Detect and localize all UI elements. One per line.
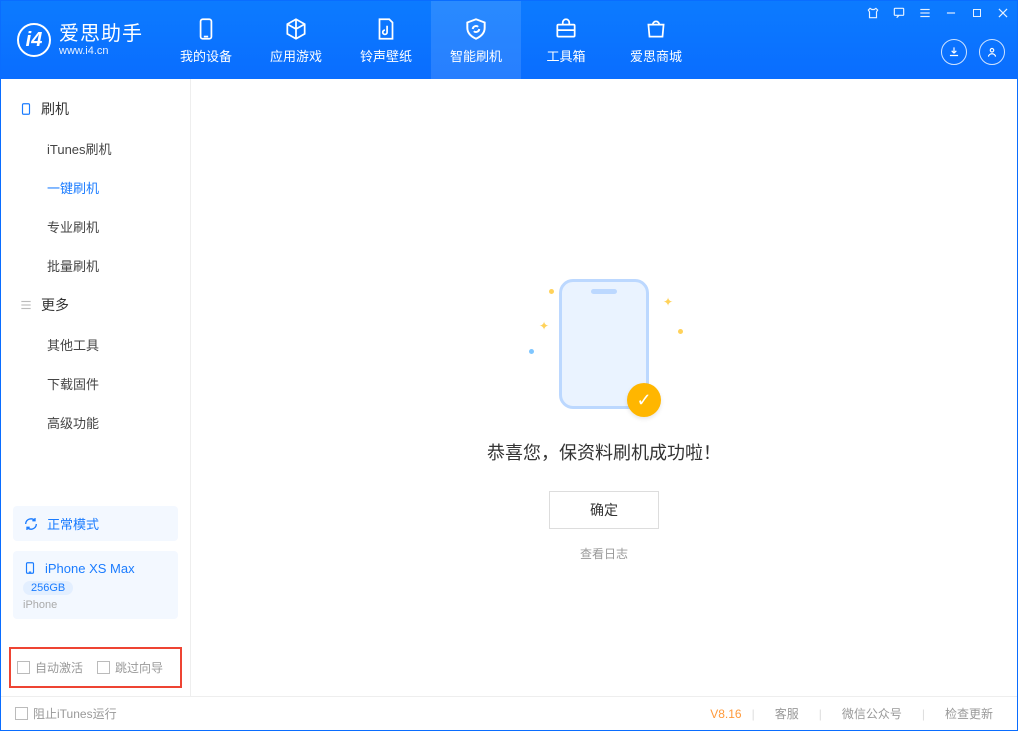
main-content: ✓ ✦ ✦ 恭喜您，保资料刷机成功啦！ 确定 查看日志 <box>191 79 1017 696</box>
device-name: iPhone XS Max <box>45 561 135 576</box>
maximize-icon[interactable] <box>969 5 985 21</box>
main-nav: 我的设备 应用游戏 铃声壁纸 智能刷机 工具箱 爱思商城 <box>161 1 701 79</box>
nav-label: 智能刷机 <box>450 46 502 65</box>
phone-icon <box>23 559 37 577</box>
footer: 阻止iTunes运行 V8.16 | 客服 | 微信公众号 | 检查更新 <box>1 696 1017 730</box>
phone-outline-icon <box>19 100 33 118</box>
nav-label: 工具箱 <box>546 46 585 65</box>
nav-my-device[interactable]: 我的设备 <box>161 1 251 79</box>
minimize-icon[interactable] <box>943 5 959 21</box>
device-type: iPhone <box>23 599 168 611</box>
sparkle-icon: ✦ <box>663 295 673 309</box>
checkbox-icon <box>17 661 30 674</box>
logo-icon: i4 <box>17 23 51 57</box>
user-button[interactable] <box>979 39 1005 65</box>
sidebar-group-flash: 刷机 <box>1 89 190 129</box>
sparkle-icon: ✦ <box>539 319 549 333</box>
window-controls <box>865 5 1011 21</box>
skip-guide-checkbox[interactable]: 跳过向导 <box>97 659 163 676</box>
refresh-shield-icon <box>463 16 489 42</box>
auto-activate-checkbox[interactable]: 自动激活 <box>17 659 83 676</box>
sidebar-group-title: 刷机 <box>41 99 69 119</box>
music-file-icon <box>373 16 399 42</box>
dot-decoration <box>529 349 534 354</box>
mode-card[interactable]: 正常模式 <box>13 506 178 541</box>
body: 刷机 iTunes刷机 一键刷机 专业刷机 批量刷机 更多 其他工具 下载固件 … <box>1 79 1017 696</box>
checkbox-icon <box>97 661 110 674</box>
sidebar-item-oneclick-flash[interactable]: 一键刷机 <box>1 168 190 207</box>
sidebar-group-more: 更多 <box>1 285 190 325</box>
sidebar-item-download-firmware[interactable]: 下载固件 <box>1 364 190 403</box>
app-name: 爱思助手 <box>59 23 143 45</box>
nav-label: 应用游戏 <box>270 46 322 65</box>
titlebar: i4 爱思助手 www.i4.cn 我的设备 应用游戏 铃声壁纸 智能刷机 <box>1 1 1017 79</box>
app-window: i4 爱思助手 www.i4.cn 我的设备 应用游戏 铃声壁纸 智能刷机 <box>0 0 1018 731</box>
sidebar-item-batch-flash[interactable]: 批量刷机 <box>1 246 190 285</box>
sidebar-item-other-tools[interactable]: 其他工具 <box>1 325 190 364</box>
checkbox-label: 自动激活 <box>35 659 83 676</box>
nav-label: 爱思商城 <box>630 46 682 65</box>
checkbox-label: 阻止iTunes运行 <box>33 705 117 722</box>
flash-options-highlight: 自动激活 跳过向导 <box>9 647 182 688</box>
nav-label: 铃声壁纸 <box>360 46 412 65</box>
header-actions <box>941 39 1005 65</box>
sidebar-item-itunes-flash[interactable]: iTunes刷机 <box>1 129 190 168</box>
checkbox-icon <box>15 707 28 720</box>
download-button[interactable] <box>941 39 967 65</box>
device-card[interactable]: iPhone XS Max 256GB iPhone <box>13 551 178 619</box>
app-url: www.i4.cn <box>59 45 143 57</box>
dot-decoration <box>549 289 554 294</box>
refresh-icon <box>23 516 39 532</box>
footer-check-update-link[interactable]: 检查更新 <box>935 705 1003 722</box>
nav-apps-games[interactable]: 应用游戏 <box>251 1 341 79</box>
sidebar-item-pro-flash[interactable]: 专业刷机 <box>1 207 190 246</box>
mode-label: 正常模式 <box>47 514 99 533</box>
version-label: V8.16 <box>710 707 741 721</box>
footer-support-link[interactable]: 客服 <box>765 705 809 722</box>
nav-smart-flash[interactable]: 智能刷机 <box>431 1 521 79</box>
view-log-link[interactable]: 查看日志 <box>580 545 628 562</box>
close-icon[interactable] <box>995 5 1011 21</box>
app-logo: i4 爱思助手 www.i4.cn <box>1 1 161 79</box>
skin-icon[interactable] <box>865 5 881 21</box>
menu-icon[interactable] <box>917 5 933 21</box>
block-itunes-checkbox[interactable]: 阻止iTunes运行 <box>15 705 117 722</box>
device-storage: 256GB <box>23 581 73 595</box>
checkbox-label: 跳过向导 <box>115 659 163 676</box>
device-icon <box>193 16 219 42</box>
success-message: 恭喜您，保资料刷机成功啦！ <box>487 439 721 465</box>
nav-label: 我的设备 <box>180 46 232 65</box>
toolbox-icon <box>553 16 579 42</box>
sidebar-item-advanced[interactable]: 高级功能 <box>1 403 190 442</box>
nav-store[interactable]: 爱思商城 <box>611 1 701 79</box>
success-illustration: ✓ ✦ ✦ <box>559 279 649 409</box>
footer-wechat-link[interactable]: 微信公众号 <box>832 705 912 722</box>
checkmark-badge-icon: ✓ <box>627 383 661 417</box>
cube-icon <box>283 16 309 42</box>
dot-decoration <box>678 329 683 334</box>
list-icon <box>19 298 33 312</box>
sidebar-group-title: 更多 <box>41 295 69 315</box>
store-icon <box>643 16 669 42</box>
nav-ringtone-wallpaper[interactable]: 铃声壁纸 <box>341 1 431 79</box>
ok-button[interactable]: 确定 <box>549 491 659 529</box>
sidebar: 刷机 iTunes刷机 一键刷机 专业刷机 批量刷机 更多 其他工具 下载固件 … <box>1 79 191 696</box>
nav-toolbox[interactable]: 工具箱 <box>521 1 611 79</box>
feedback-icon[interactable] <box>891 5 907 21</box>
